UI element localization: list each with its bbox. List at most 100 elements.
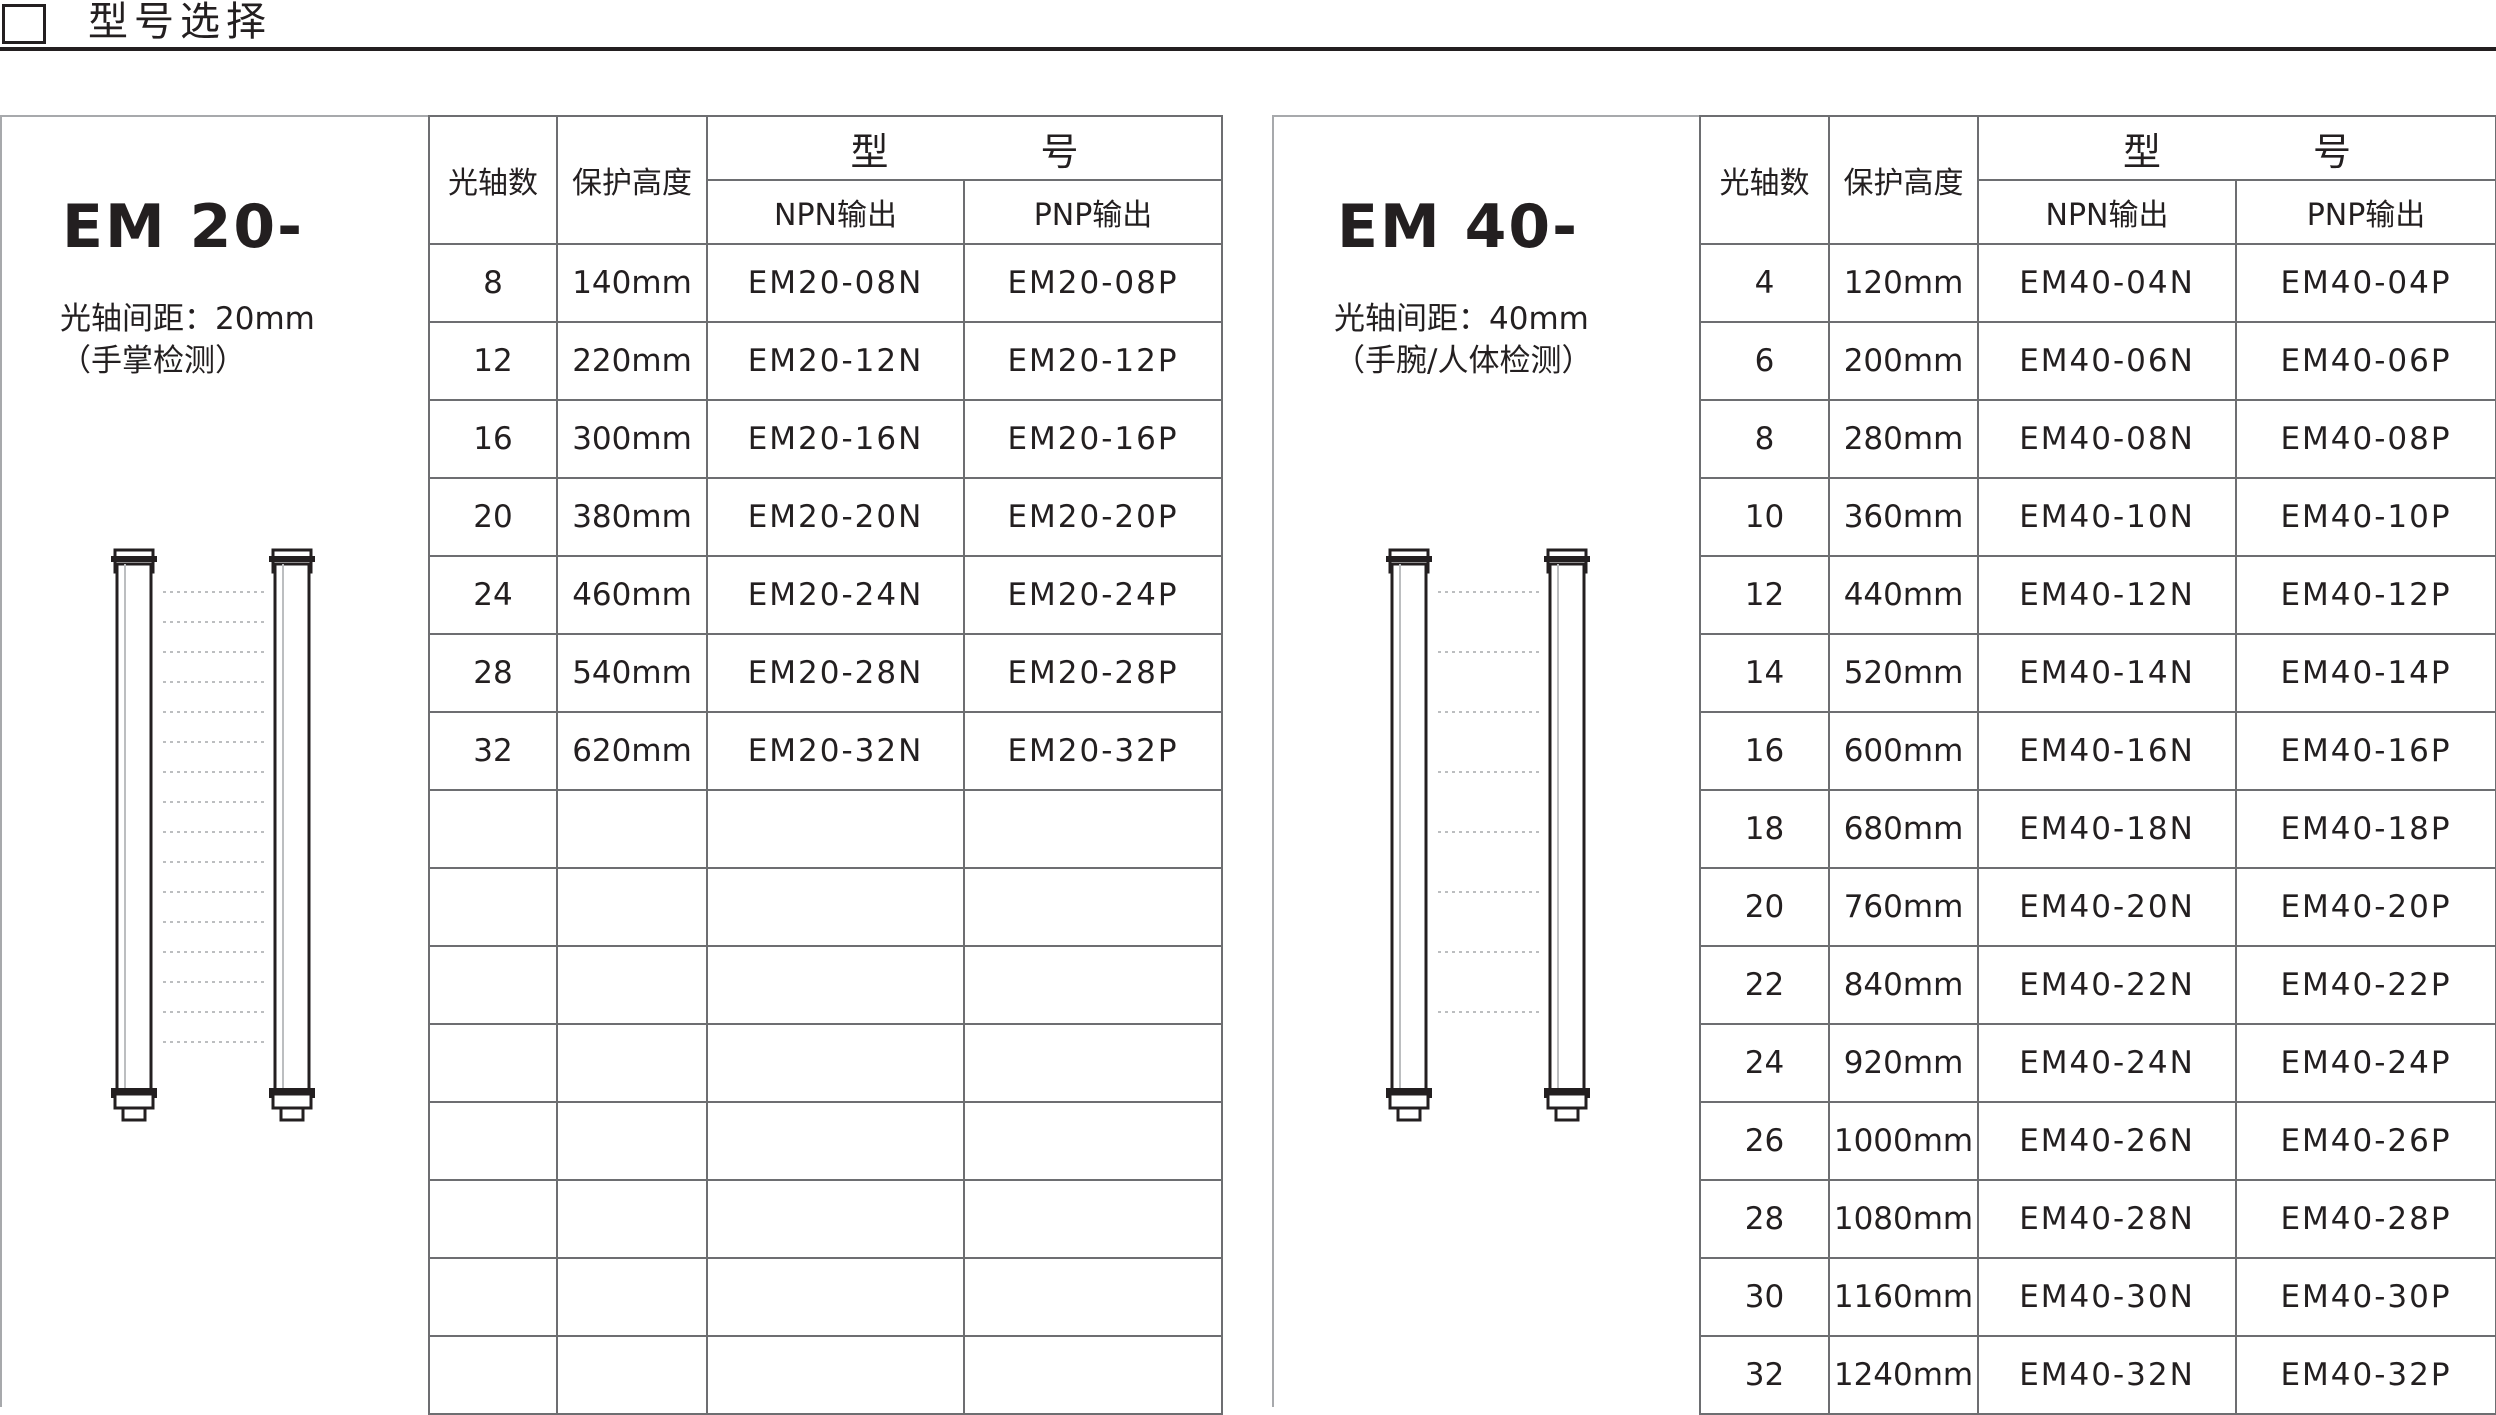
npn-model-cell	[706, 867, 965, 947]
pnp-model-cell	[963, 1179, 1223, 1259]
em40-emitter-bar-icon	[1386, 548, 1432, 1122]
axes-cell: 8	[1699, 399, 1830, 479]
npn-model-cell: EM40-24N	[1977, 1023, 2237, 1103]
section-title: 型号选择	[88, 0, 272, 45]
em20-model-table: 光轴数 保护高度 型 号 NPN输出 PNP输出 8 140mm EM20-08N E…	[428, 115, 1223, 1415]
npn-model-cell: EM40-14N	[1977, 633, 2237, 713]
npn-model-cell: EM40-18N	[1977, 789, 2237, 869]
npn-model-cell: EM20-28N	[706, 633, 965, 713]
pnp-model-cell: EM20-16P	[963, 399, 1223, 479]
npn-model-cell: EM40-04N	[1977, 243, 2237, 323]
axes-cell: 30	[1699, 1257, 1830, 1337]
npn-model-cell: EM20-08N	[706, 243, 965, 323]
axes-cell: 32	[1699, 1335, 1830, 1415]
table-row: 30 1160mm EM40-30N EM40-30P	[1699, 1257, 2496, 1337]
npn-model-cell: EM40-26N	[1977, 1101, 2237, 1181]
em40-pitch: 光轴间距：40mm	[1334, 301, 1589, 337]
npn-model-cell: EM20-24N	[706, 555, 965, 635]
npn-model-cell	[706, 1023, 965, 1103]
npn-model-cell	[706, 1179, 965, 1259]
pnp-model-cell	[963, 945, 1223, 1025]
axes-cell: 14	[1699, 633, 1830, 713]
height-cell: 300mm	[556, 399, 708, 479]
axes-cell: 6	[1699, 321, 1830, 401]
npn-model-cell: EM40-28N	[1977, 1179, 2237, 1259]
axes-cell: 24	[1699, 1023, 1830, 1103]
table-row: 32 1240mm EM40-32N EM40-32P	[1699, 1335, 2496, 1415]
axes-cell: 10	[1699, 477, 1830, 557]
table-row: 10 360mm EM40-10N EM40-10P	[1699, 477, 2496, 557]
em40-detect: （手腕/人体检测）	[1334, 343, 1593, 379]
axes-cell	[428, 1023, 558, 1103]
em40-header-pnp: PNP输出	[2235, 179, 2496, 245]
em40-table-body: 4 120mm EM40-04N EM40-04P 6 200mm EM40-06N EM40…	[1699, 243, 2496, 1415]
table-row: 8 140mm EM20-08N EM20-08P	[428, 243, 1223, 323]
height-cell: 920mm	[1828, 1023, 1979, 1103]
em20-header-model: 型 号	[706, 115, 1223, 181]
pnp-model-cell: EM20-28P	[963, 633, 1223, 713]
table-row: 20 380mm EM20-20N EM20-20P	[428, 477, 1223, 557]
axes-cell: 8	[428, 243, 558, 323]
table-row: 14 520mm EM40-14N EM40-14P	[1699, 633, 2496, 713]
height-cell	[556, 1179, 708, 1259]
em20-info: EM 20- 光轴间距：20mm （手掌检测）	[2, 117, 428, 1407]
pnp-model-cell: EM20-32P	[963, 711, 1223, 791]
height-cell	[556, 867, 708, 947]
axes-cell	[428, 945, 558, 1025]
pnp-model-cell: EM40-22P	[2235, 945, 2496, 1025]
em20-receiver-bar-icon	[269, 548, 315, 1122]
pnp-model-cell	[963, 867, 1223, 947]
table-row: 18 680mm EM40-18N EM40-18P	[1699, 789, 2496, 869]
axes-cell: 18	[1699, 789, 1830, 869]
header-divider	[0, 47, 2496, 51]
axes-cell: 24	[428, 555, 558, 635]
em40-header-npn: NPN输出	[1977, 179, 2237, 245]
height-cell	[556, 945, 708, 1025]
table-row	[428, 1335, 1223, 1415]
pnp-model-cell: EM40-12P	[2235, 555, 2496, 635]
axes-cell	[428, 1257, 558, 1337]
pnp-model-cell: EM40-18P	[2235, 789, 2496, 869]
height-cell: 1080mm	[1828, 1179, 1979, 1259]
height-cell: 200mm	[1828, 321, 1979, 401]
pnp-model-cell: EM40-26P	[2235, 1101, 2496, 1181]
pnp-model-cell: EM40-32P	[2235, 1335, 2496, 1415]
table-row: 12 440mm EM40-12N EM40-12P	[1699, 555, 2496, 635]
table-row	[428, 1257, 1223, 1337]
axes-cell: 20	[428, 477, 558, 557]
axes-cell: 28	[428, 633, 558, 713]
pnp-model-cell: EM20-12P	[963, 321, 1223, 401]
table-row: 8 280mm EM40-08N EM40-08P	[1699, 399, 2496, 479]
npn-model-cell: EM20-16N	[706, 399, 965, 479]
height-cell	[556, 1023, 708, 1103]
em40-header-model: 型 号	[1977, 115, 2496, 181]
table-row: 24 920mm EM40-24N EM40-24P	[1699, 1023, 2496, 1103]
section-checkbox-icon	[2, 4, 46, 44]
npn-model-cell: EM40-22N	[1977, 945, 2237, 1025]
table-row: 12 220mm EM20-12N EM20-12P	[428, 321, 1223, 401]
em40-panel: EM 40- 光轴间距：40mm （手腕/人体检测） 光轴数 保护高度 型 号 …	[1272, 115, 2496, 1415]
em40-header-axes: 光轴数	[1699, 115, 1830, 245]
em40-beams-icon	[1438, 591, 1542, 1013]
axes-cell	[428, 867, 558, 947]
table-row	[428, 1023, 1223, 1103]
npn-model-cell: EM40-12N	[1977, 555, 2237, 635]
npn-model-cell: EM40-32N	[1977, 1335, 2237, 1415]
npn-model-cell: EM40-10N	[1977, 477, 2237, 557]
pnp-model-cell	[963, 1023, 1223, 1103]
height-cell: 620mm	[556, 711, 708, 791]
em20-header-pnp: PNP输出	[963, 179, 1223, 245]
pnp-model-cell: EM40-16P	[2235, 711, 2496, 791]
pnp-model-cell: EM40-24P	[2235, 1023, 2496, 1103]
table-row: 26 1000mm EM40-26N EM40-26P	[1699, 1101, 2496, 1181]
axes-cell: 16	[428, 399, 558, 479]
em40-receiver-bar-icon	[1544, 548, 1590, 1122]
height-cell: 520mm	[1828, 633, 1979, 713]
npn-model-cell: EM40-08N	[1977, 399, 2237, 479]
npn-model-cell: EM20-20N	[706, 477, 965, 557]
pnp-model-cell: EM40-14P	[2235, 633, 2496, 713]
axes-cell	[428, 1179, 558, 1259]
axes-cell	[428, 1335, 558, 1415]
height-cell: 1000mm	[1828, 1101, 1979, 1181]
table-row: 16 300mm EM20-16N EM20-16P	[428, 399, 1223, 479]
